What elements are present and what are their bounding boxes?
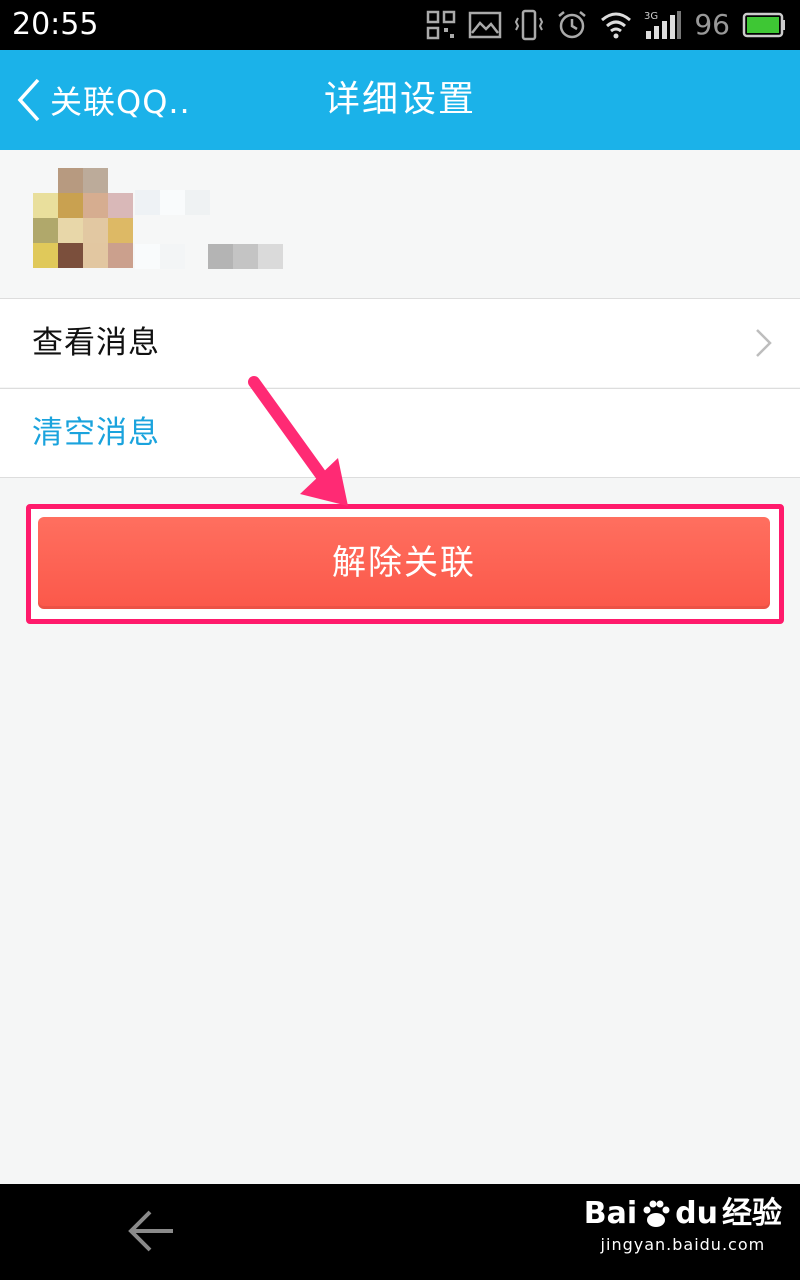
wifi-icon	[601, 12, 632, 39]
title-bar: 关联QQ.. 详细设置	[0, 50, 800, 150]
paw-icon	[643, 1200, 670, 1227]
vibrate-icon	[515, 9, 544, 41]
watermark-url: jingyan.baidu.com	[600, 1235, 766, 1254]
baidu-jingyan-watermark: Bai du 经验 jingyan.baidu.com	[584, 1194, 782, 1256]
status-bar: 20:55 3G 96	[0, 0, 800, 50]
qr-code-icon	[427, 10, 456, 40]
watermark-product: 经验	[722, 1196, 782, 1231]
battery-icon	[742, 12, 785, 38]
view-messages-label: 查看消息	[32, 325, 160, 361]
alarm-icon	[558, 11, 587, 39]
annotation-arrow	[248, 376, 348, 506]
battery-level: 96	[694, 8, 730, 41]
chevron-right-icon	[756, 329, 772, 357]
signal-icon: 3G	[644, 11, 682, 39]
view-messages-row[interactable]: 查看消息	[0, 298, 800, 387]
navigation-bar: Bai du 经验 jingyan.baidu.com	[0, 1184, 800, 1280]
status-time: 20:55	[12, 7, 99, 42]
watermark-brand: Bai du 经验	[584, 1194, 782, 1234]
nav-back-icon[interactable]	[126, 1208, 176, 1254]
clear-messages-label: 清空消息	[32, 415, 160, 451]
page-title: 详细设置	[323, 79, 476, 120]
network-type: 3G	[644, 11, 658, 22]
screen: 20:55 3G 96 关联QQ.. 详细设置 查看消息 清空消息 解除关联 B…	[0, 0, 800, 1280]
clear-messages-row[interactable]: 清空消息	[0, 388, 800, 478]
image-icon	[469, 11, 502, 39]
unlink-button[interactable]: 解除关联	[38, 517, 770, 609]
watermark-du: du	[675, 1196, 718, 1231]
status-icons: 3G 96	[426, 7, 786, 43]
watermark-bai: Bai	[583, 1196, 638, 1231]
avatar	[33, 168, 133, 268]
profile-header	[0, 150, 800, 298]
